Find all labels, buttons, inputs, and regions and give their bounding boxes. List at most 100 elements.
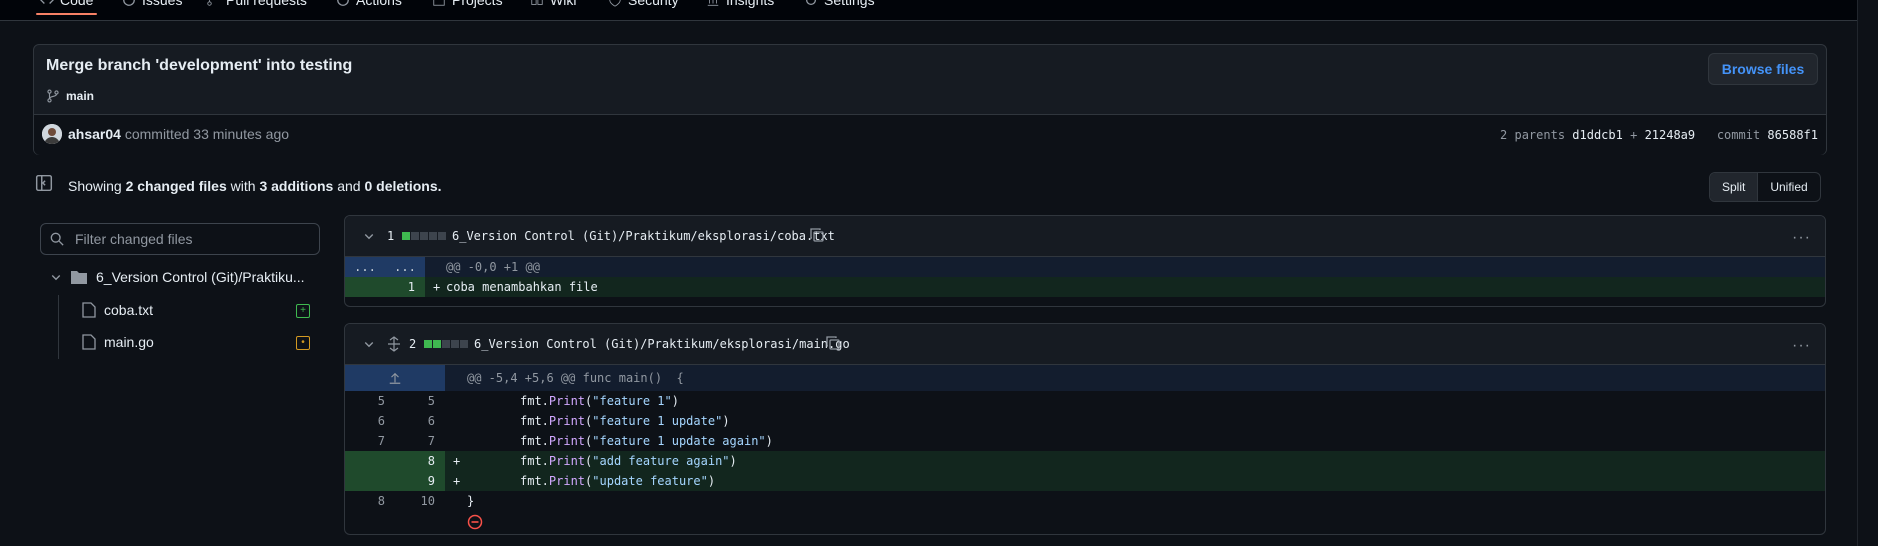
- diff-sign: +: [453, 474, 461, 488]
- filter-input[interactable]: [73, 224, 313, 254]
- new-line-number[interactable]: 10: [395, 491, 435, 511]
- commit-meta: ahsar04 committed 33 minutes ago 2 paren…: [34, 114, 1826, 155]
- no-newline-icon: [467, 514, 483, 530]
- summary-deletions: 0 deletions.: [364, 178, 442, 194]
- file-added-icon: +: [296, 304, 310, 318]
- parent-sha-1[interactable]: d1ddcb1: [1572, 128, 1623, 142]
- file-icon: [82, 334, 96, 350]
- chevron-down-icon: [51, 275, 61, 281]
- gear-icon: [805, 0, 817, 6]
- author-name[interactable]: ahsar04: [68, 126, 121, 142]
- new-line-number[interactable]: 1: [385, 277, 415, 297]
- summary-additions: 3 additions: [259, 178, 334, 194]
- diff-view-toggle: Split Unified: [1709, 172, 1821, 202]
- sidebar-collapse-icon[interactable]: [35, 174, 53, 192]
- parent-sha-2[interactable]: 21248a9: [1645, 128, 1696, 142]
- tab-actions[interactable]: Actions: [336, 0, 402, 8]
- old-line-number[interactable]: 5: [345, 391, 385, 411]
- tree-file-name: coba.txt: [104, 302, 154, 318]
- code-function: Print: [548, 454, 586, 468]
- code-text: fmt.Print("feature 1"): [520, 394, 679, 408]
- code-string: "feature 1": [592, 394, 672, 408]
- expand-all-icon[interactable]: [387, 336, 401, 352]
- new-line-number[interactable]: 8: [395, 451, 435, 471]
- file-modified-icon: •: [296, 336, 310, 350]
- repo-nav: Code Issues Pull requests Actions Projec…: [0, 0, 1878, 21]
- diff-line: 6 6 fmt.Print("feature 1 update"): [345, 411, 1825, 431]
- old-line-number[interactable]: 8: [345, 491, 385, 511]
- diff-sign: +: [433, 280, 441, 294]
- actions-icon: [337, 0, 349, 6]
- tab-issues-label: Issues: [142, 0, 183, 8]
- diffstat-bar: [402, 232, 446, 240]
- diff-line: 8 10 }: [345, 491, 1825, 511]
- code-function: Print: [548, 414, 586, 428]
- browse-files-button[interactable]: Browse files: [1708, 53, 1818, 85]
- tab-projects-label: Projects: [452, 0, 503, 8]
- code-receiver: fmt.: [520, 394, 549, 408]
- code-function: Print: [548, 394, 586, 408]
- code-receiver: fmt.: [520, 434, 549, 448]
- filter-changed-files: [40, 223, 320, 255]
- diff-summary: Showing 2 changed files with 3 additions…: [68, 178, 442, 194]
- expand-ellipsis-old[interactable]: ...: [345, 257, 385, 277]
- kebab-menu-icon[interactable]: ···: [1792, 337, 1811, 355]
- new-line-number[interactable]: 6: [395, 411, 435, 431]
- new-line-number[interactable]: 5: [395, 391, 435, 411]
- code-receiver: fmt.: [520, 474, 549, 488]
- expand-up-icon[interactable]: [388, 371, 402, 385]
- code-icon: [40, 0, 54, 4]
- old-line-number[interactable]: 7: [345, 431, 385, 451]
- tab-code-label: Code: [60, 0, 94, 8]
- tab-settings[interactable]: Settings: [804, 0, 875, 8]
- summary-prefix: Showing: [68, 178, 122, 194]
- avatar[interactable]: [42, 124, 62, 144]
- split-button[interactable]: Split: [1710, 173, 1759, 201]
- parents-plus: +: [1630, 128, 1638, 142]
- tab-insights-label: Insights: [726, 0, 775, 8]
- tab-wiki[interactable]: Wiki: [530, 0, 576, 8]
- code-receiver: fmt.: [520, 454, 549, 468]
- tree-file-main[interactable]: main.go: [82, 334, 154, 350]
- diff-file-header: 1 6_Version Control (Git)/Praktikum/eksp…: [345, 216, 1825, 257]
- file-path[interactable]: 6_Version Control (Git)/Praktikum/eksplo…: [452, 229, 835, 243]
- branch-indicator[interactable]: main: [46, 89, 94, 103]
- chevron-down-icon[interactable]: [363, 230, 375, 242]
- code-text: fmt.Print("update feature"): [520, 474, 716, 488]
- parents-info: 2 parents d1ddcb1 + 21248a9 commit 86588…: [1500, 128, 1818, 142]
- file-path[interactable]: 6_Version Control (Git)/Praktikum/eksplo…: [474, 337, 850, 351]
- kebab-menu-icon[interactable]: ···: [1792, 229, 1811, 247]
- page-scrollbar[interactable]: [1857, 0, 1878, 546]
- tree-file-coba[interactable]: coba.txt: [82, 302, 153, 318]
- diffstat-bar: [424, 340, 468, 348]
- tab-pull-requests[interactable]: Pull requests: [206, 0, 307, 8]
- code-text: }: [467, 494, 475, 508]
- code-receiver: fmt.: [520, 414, 549, 428]
- tab-projects[interactable]: Projects: [432, 0, 503, 8]
- new-line-number[interactable]: 9: [395, 471, 435, 491]
- tab-insights[interactable]: Insights: [706, 0, 774, 8]
- hunk-text: @@ -5,4 +5,6 @@ func main() {: [467, 371, 684, 385]
- diff-sign: +: [453, 454, 461, 468]
- diff-line-added: 9 + fmt.Print("update feature"): [345, 471, 1825, 491]
- tab-issues[interactable]: Issues: [122, 0, 182, 8]
- copy-icon[interactable]: [825, 335, 841, 351]
- chevron-down-icon[interactable]: [363, 338, 375, 350]
- tab-security[interactable]: Security: [608, 0, 679, 8]
- expand-ellipsis-new[interactable]: ...: [385, 257, 425, 277]
- branch-name: main: [66, 89, 95, 103]
- summary-with: with: [230, 178, 256, 194]
- tree-file-name: main.go: [104, 334, 154, 350]
- tree-folder[interactable]: 6_Version Control (Git)/Praktiku...: [50, 269, 305, 285]
- unified-button[interactable]: Unified: [1758, 173, 1819, 201]
- committed-time: committed 33 minutes ago: [124, 126, 290, 142]
- diff-file-header: 2 6_Version Control (Git)/Praktikum/eksp…: [345, 324, 1825, 365]
- tab-settings-label: Settings: [824, 0, 875, 8]
- hunk-header: @@ -5,4 +5,6 @@ func main() {: [345, 365, 1825, 391]
- diff-line: 1 + coba menambahkan file: [345, 277, 1825, 297]
- diff-count: 2: [409, 337, 417, 351]
- new-line-number[interactable]: 7: [395, 431, 435, 451]
- copy-icon[interactable]: [809, 227, 825, 243]
- tab-code[interactable]: Code: [35, 0, 98, 15]
- old-line-number[interactable]: 6: [345, 411, 385, 431]
